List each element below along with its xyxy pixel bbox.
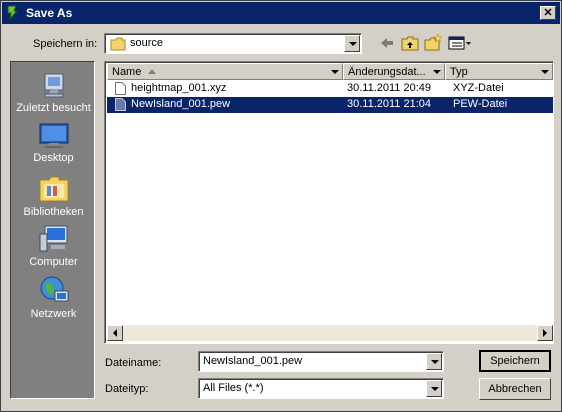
place-libraries[interactable]: Bibliotheken	[11, 172, 96, 218]
computer-icon	[39, 225, 67, 252]
chevron-down-icon[interactable]	[330, 66, 340, 77]
place-label: Computer	[29, 256, 78, 268]
back-arrow-icon[interactable]	[377, 33, 397, 53]
arrow-right-icon	[543, 329, 547, 337]
column-date-label: Änderungsdat...	[348, 66, 426, 78]
file-name: heightmap_001.xyz	[131, 82, 227, 94]
new-folder-icon[interactable]	[423, 33, 443, 53]
save-as-dialog: Save As ✕ Speichern in: source Zuletzt b…	[0, 0, 562, 412]
place-label: Zuletzt besucht	[16, 102, 91, 114]
filetype-label: Dateityp:	[105, 383, 149, 395]
location-label: Speichern in:	[33, 38, 98, 50]
close-button[interactable]: ✕	[540, 6, 556, 20]
place-desktop[interactable]: Desktop	[11, 122, 96, 164]
arrow-left-icon	[113, 329, 117, 337]
chevron-down-icon[interactable]	[432, 66, 442, 77]
place-network[interactable]: Netzwerk	[11, 274, 96, 320]
window-title: Save As	[26, 6, 73, 20]
filetype-value: All Files (*.*)	[203, 382, 264, 394]
file-icon	[115, 82, 126, 95]
file-type: PEW-Datei	[453, 98, 508, 110]
chevron-down-icon[interactable]	[344, 35, 360, 52]
scroll-right-button[interactable]	[537, 325, 553, 341]
save-button[interactable]: Speichern	[479, 350, 551, 372]
file-name: NewIsland_001.pew	[131, 98, 231, 110]
sort-asc-icon	[148, 69, 156, 74]
file-icon	[115, 98, 126, 111]
file-row[interactable]: NewIsland_001.pew 30.11.2011 21:04 PEW-D…	[107, 97, 553, 113]
filetype-select[interactable]: All Files (*.*)	[198, 378, 444, 399]
network-icon	[40, 276, 68, 302]
column-name-label: Name	[112, 66, 142, 78]
place-label: Bibliotheken	[23, 206, 84, 218]
place-recent[interactable]: Zuletzt besucht	[11, 70, 96, 114]
column-header-type[interactable]: Typ	[445, 63, 553, 80]
column-type-label: Typ	[450, 66, 468, 78]
column-header-name[interactable]: Name	[107, 63, 343, 80]
chevron-down-icon[interactable]	[426, 380, 442, 397]
cancel-button[interactable]: Abbrechen	[479, 378, 551, 400]
places-bar: Zuletzt besucht Desktop Bibliotheken Com…	[10, 61, 95, 399]
file-date: 30.11.2011 20:49	[347, 82, 432, 94]
folder-icon	[110, 37, 126, 51]
scroll-left-button[interactable]	[107, 325, 123, 341]
filename-label: Dateiname:	[105, 357, 162, 369]
place-computer[interactable]: Computer	[11, 224, 96, 268]
location-combo[interactable]: source	[104, 33, 362, 54]
horizontal-scrollbar[interactable]	[107, 325, 553, 341]
libraries-icon	[39, 176, 68, 202]
close-icon: ✕	[543, 7, 553, 19]
desktop-icon	[39, 123, 68, 148]
folder-up-icon[interactable]	[400, 33, 420, 53]
view-menu-icon[interactable]	[447, 33, 473, 53]
file-list[interactable]: Name Änderungsdat... Typ heightmap_001.x…	[104, 61, 554, 344]
recent-places-icon	[44, 73, 63, 98]
location-value: source	[130, 37, 164, 49]
filename-input[interactable]: NewIsland_001.pew	[198, 351, 444, 372]
title-bar[interactable]: Save As ✕	[2, 2, 560, 24]
file-row[interactable]: heightmap_001.xyz 30.11.2011 20:49 XYZ-D…	[107, 81, 553, 97]
app-icon	[7, 5, 19, 20]
chevron-down-icon[interactable]	[426, 353, 442, 370]
place-label: Desktop	[33, 152, 74, 164]
file-type: XYZ-Datei	[453, 82, 504, 94]
file-date: 30.11.2011 21:04	[347, 98, 432, 110]
chevron-down-icon[interactable]	[540, 66, 550, 77]
filename-value: NewIsland_001.pew	[203, 355, 303, 367]
place-label: Netzwerk	[30, 308, 77, 320]
column-header-date[interactable]: Änderungsdat...	[343, 63, 445, 80]
